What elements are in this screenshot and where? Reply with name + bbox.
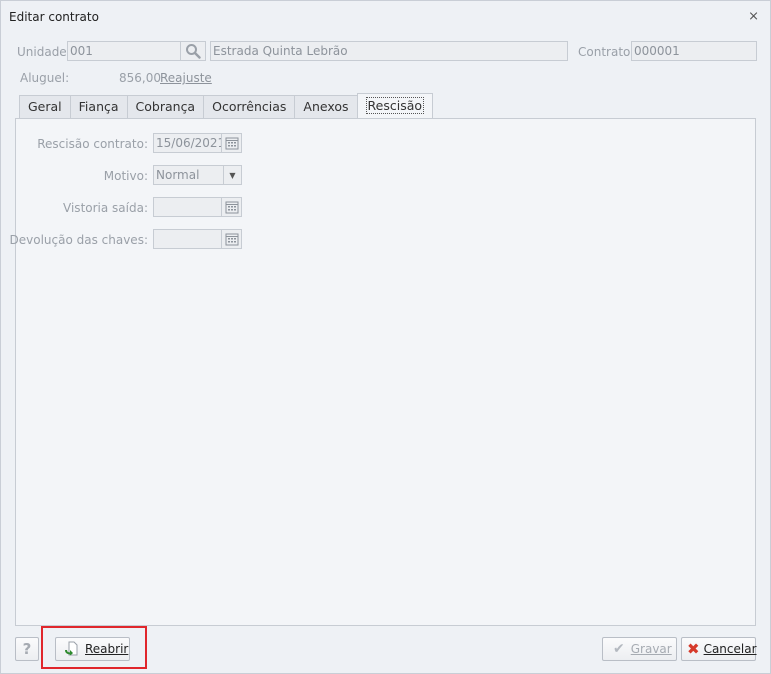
search-unidade-button[interactable] bbox=[180, 41, 206, 61]
motivo-dropdown-button[interactable]: ▼ bbox=[223, 165, 242, 185]
chevron-down-icon: ▼ bbox=[229, 170, 236, 180]
tab-ocorrencias[interactable]: Ocorrências bbox=[203, 95, 296, 118]
endereco-field[interactable]: Estrada Quinta Lebrão bbox=[210, 41, 568, 61]
rescisao-contrato-field[interactable]: 15/06/2021 bbox=[153, 133, 222, 153]
help-icon: ? bbox=[22, 640, 32, 658]
gravar-label: Gravar bbox=[630, 642, 672, 656]
cancel-x-icon: ✖ bbox=[687, 640, 700, 658]
devolucao-chaves-field[interactable] bbox=[153, 229, 222, 249]
rescisao-calendar-button[interactable] bbox=[221, 133, 242, 153]
vistoria-saida-label: Vistoria saída: bbox=[63, 201, 148, 215]
contrato-field[interactable]: 000001 bbox=[631, 41, 757, 61]
aluguel-value: 856,00 bbox=[119, 71, 161, 85]
reabrir-button[interactable]: Reabrir bbox=[55, 637, 130, 661]
unidade-label: Unidade: bbox=[17, 45, 71, 59]
cancelar-button[interactable]: ✖ Cancelar bbox=[681, 637, 757, 661]
reajuste-link[interactable]: Reajuste bbox=[160, 71, 212, 85]
vistoria-saida-field[interactable] bbox=[153, 197, 222, 217]
reopen-icon bbox=[65, 641, 78, 656]
title-bar: Editar contrato ⨯ bbox=[1, 1, 770, 31]
unidade-field[interactable]: 001 bbox=[67, 41, 181, 61]
tab-fianca[interactable]: Fiança bbox=[69, 95, 128, 118]
window-title: Editar contrato bbox=[9, 10, 99, 24]
reabrir-label: Reabrir bbox=[85, 642, 129, 656]
help-button[interactable]: ? bbox=[15, 637, 39, 661]
aluguel-label: Aluguel: bbox=[20, 71, 70, 85]
calendar-icon bbox=[225, 233, 238, 246]
tab-cobranca[interactable]: Cobrança bbox=[126, 95, 205, 118]
cancelar-label: Cancelar bbox=[703, 642, 757, 656]
motivo-label: Motivo: bbox=[103, 169, 148, 183]
tab-geral[interactable]: Geral bbox=[19, 95, 71, 118]
close-icon[interactable]: ⨯ bbox=[748, 9, 759, 24]
rescisao-panel: Rescisão contrato: 15/06/2021 Motivo: No… bbox=[10, 118, 756, 626]
calendar-icon bbox=[225, 137, 238, 150]
gravar-button[interactable]: ✔ Gravar bbox=[602, 637, 677, 661]
tab-anexos[interactable]: Anexos bbox=[294, 95, 358, 118]
tab-rescisao[interactable]: Rescisão bbox=[356, 93, 434, 118]
devolucao-chaves-label: Devolução das chaves: bbox=[9, 233, 149, 247]
tab-bar: Geral Fiança Cobrança Ocorrências Anexos… bbox=[19, 93, 434, 119]
vistoria-calendar-button[interactable] bbox=[221, 197, 242, 217]
devolucao-calendar-button[interactable] bbox=[221, 229, 242, 249]
rescisao-contrato-label: Rescisão contrato: bbox=[37, 137, 148, 151]
contrato-label: Contrato: bbox=[578, 45, 635, 59]
motivo-select[interactable]: Normal bbox=[153, 165, 224, 185]
search-icon bbox=[186, 44, 201, 59]
calendar-icon bbox=[225, 201, 238, 214]
check-icon: ✔ bbox=[613, 641, 625, 657]
edit-contract-window: Editar contrato ⨯ Unidade: 001 Estrada Q… bbox=[0, 0, 771, 674]
